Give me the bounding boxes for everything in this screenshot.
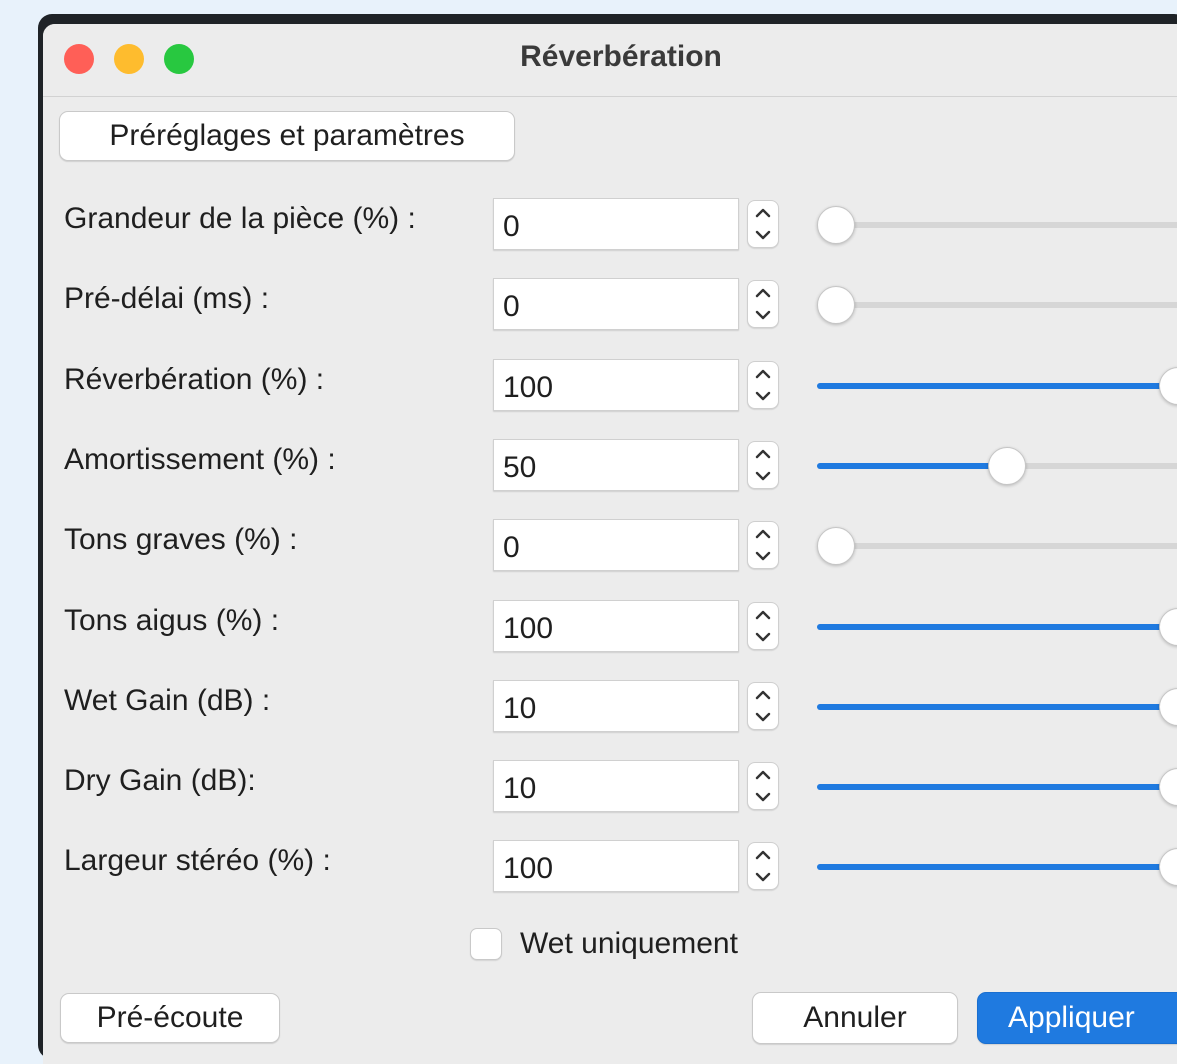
chevron-down-icon[interactable] (748, 385, 778, 408)
parameter-value-field[interactable]: 50 (493, 439, 739, 491)
chevron-up-icon[interactable] (748, 523, 778, 546)
chevron-down-icon[interactable] (748, 786, 778, 809)
title-bar: Réverbération (43, 24, 1177, 97)
chevron-up-icon[interactable] (748, 604, 778, 627)
value-stepper[interactable] (747, 602, 779, 650)
parameter-value-field[interactable]: 10 (493, 680, 739, 732)
parameter-row: Dry Gain (dB): 10 (43, 760, 1177, 814)
slider-thumb[interactable] (1159, 367, 1177, 405)
parameter-value-field[interactable]: 100 (493, 600, 739, 652)
parameter-label: Réverbération (%) : (64, 363, 325, 396)
chevron-down-icon[interactable] (748, 706, 778, 729)
chevron-down-icon[interactable] (748, 545, 778, 568)
parameter-label: Tons aigus (%) : (64, 604, 280, 637)
slider-track (817, 302, 1177, 308)
wet-only-checkbox[interactable] (470, 928, 502, 960)
parameter-label: Wet Gain (dB) : (64, 684, 271, 717)
chevron-down-icon[interactable] (748, 626, 778, 649)
value-stepper[interactable] (747, 280, 779, 328)
parameter-label: Tons graves (%) : (64, 523, 298, 556)
chevron-up-icon[interactable] (748, 844, 778, 867)
parameter-row: Pré-délai (ms) : 0 (43, 278, 1177, 332)
parameter-value-field[interactable]: 100 (493, 359, 739, 411)
slider-track (817, 222, 1177, 228)
chevron-up-icon[interactable] (748, 202, 778, 225)
parameter-row: Wet Gain (dB) : 10 (43, 680, 1177, 734)
parameter-row: Amortissement (%) : 50 (43, 439, 1177, 493)
parameter-row: Réverbération (%) : 100 (43, 359, 1177, 413)
chevron-down-icon[interactable] (748, 304, 778, 327)
parameter-row: Largeur stéréo (%) : 100 (43, 840, 1177, 894)
wet-only-label: Wet uniquement (520, 927, 738, 960)
parameter-value-field[interactable]: 0 (493, 519, 739, 571)
value-stepper[interactable] (747, 521, 779, 569)
parameter-slider[interactable] (817, 840, 1177, 894)
parameter-row: Tons graves (%) : 0 (43, 519, 1177, 573)
slider-thumb[interactable] (817, 527, 855, 565)
parameter-value-field[interactable]: 10 (493, 760, 739, 812)
slider-thumb[interactable] (1159, 688, 1177, 726)
chevron-up-icon[interactable] (748, 443, 778, 466)
chevron-down-icon[interactable] (748, 866, 778, 889)
value-stepper[interactable] (747, 682, 779, 730)
value-stepper[interactable] (747, 441, 779, 489)
parameter-label: Pré-délai (ms) : (64, 282, 270, 315)
presets-settings-button[interactable]: Préréglages et paramètres (59, 111, 515, 161)
slider-fill (817, 704, 1177, 710)
window-title: Réverbération (520, 40, 722, 73)
parameter-label: Amortissement (%) : (64, 443, 336, 476)
chevron-down-icon[interactable] (748, 465, 778, 488)
parameter-slider[interactable] (817, 278, 1177, 332)
value-stepper[interactable] (747, 361, 779, 409)
value-stepper[interactable] (747, 842, 779, 890)
parameter-label: Largeur stéréo (%) : (64, 844, 331, 877)
parameter-value-field[interactable]: 100 (493, 840, 739, 892)
parameter-slider[interactable] (817, 439, 1177, 493)
slider-fill (817, 624, 1177, 630)
parameter-slider[interactable] (817, 760, 1177, 814)
chevron-up-icon[interactable] (748, 363, 778, 386)
parameter-row: Tons aigus (%) : 100 (43, 600, 1177, 654)
parameter-slider[interactable] (817, 600, 1177, 654)
slider-track (817, 543, 1177, 549)
slider-fill (817, 463, 1007, 469)
reverb-dialog: Réverbération Préréglages et paramètres … (43, 24, 1177, 1064)
slider-thumb[interactable] (1159, 608, 1177, 646)
parameter-value-field[interactable]: 0 (493, 278, 739, 330)
chevron-up-icon[interactable] (748, 684, 778, 707)
slider-fill (817, 784, 1177, 790)
slider-fill (817, 383, 1177, 389)
parameter-slider[interactable] (817, 680, 1177, 734)
parameter-slider[interactable] (817, 519, 1177, 573)
slider-thumb[interactable] (1159, 848, 1177, 886)
slider-thumb[interactable] (817, 286, 855, 324)
slider-fill (817, 864, 1177, 870)
value-stepper[interactable] (747, 762, 779, 810)
slider-thumb[interactable] (817, 206, 855, 244)
preview-button[interactable]: Pré-écoute (60, 993, 280, 1043)
parameter-value-field[interactable]: 0 (493, 198, 739, 250)
parameter-label: Grandeur de la pièce (%) : (64, 202, 416, 235)
slider-thumb[interactable] (1159, 768, 1177, 806)
apply-button[interactable]: Appliquer (977, 992, 1177, 1044)
parameter-label: Dry Gain (dB): (64, 764, 256, 797)
cancel-button[interactable]: Annuler (752, 992, 958, 1044)
chevron-down-icon[interactable] (748, 224, 778, 247)
parameter-slider[interactable] (817, 198, 1177, 252)
parameter-row: Grandeur de la pièce (%) : 0 (43, 198, 1177, 252)
slider-thumb[interactable] (988, 447, 1026, 485)
parameter-slider[interactable] (817, 359, 1177, 413)
value-stepper[interactable] (747, 200, 779, 248)
chevron-up-icon[interactable] (748, 282, 778, 305)
chevron-up-icon[interactable] (748, 764, 778, 787)
